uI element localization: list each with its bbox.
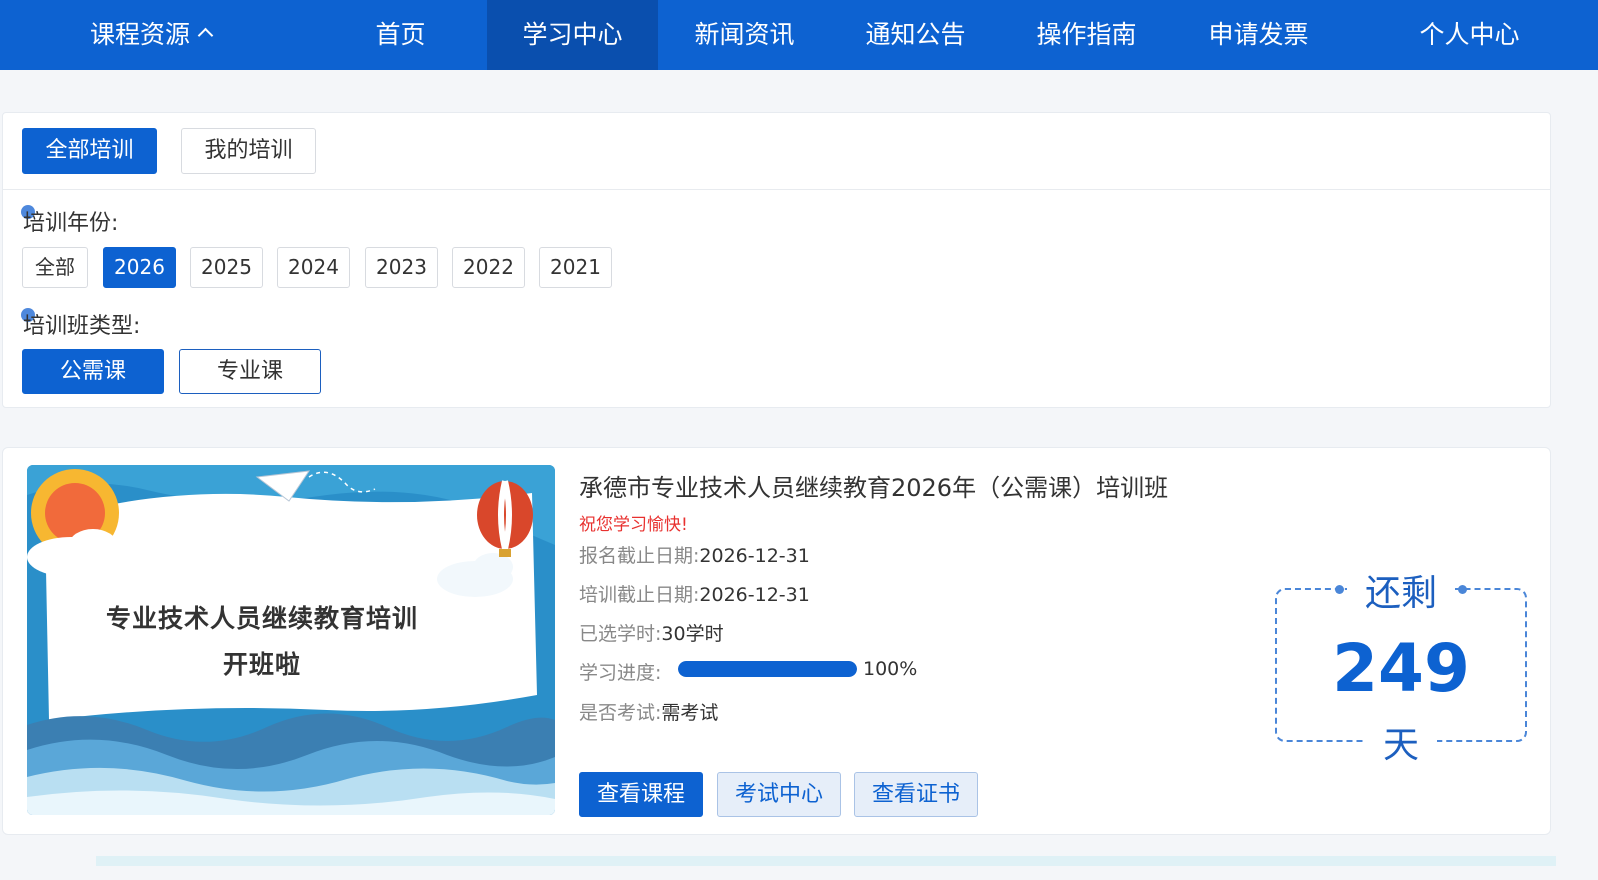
course-greeting: 祝您学习愉快!	[579, 515, 688, 535]
tab-all-trainings[interactable]: 全部培训	[22, 128, 157, 174]
course-banner-image[interactable]: 专业技术人员继续教育培训 开班啦	[27, 465, 555, 815]
hours-value: 30学时	[661, 623, 724, 645]
hours-label: 已选学时:	[579, 623, 662, 645]
nav-item-news[interactable]: 新闻资讯	[672, 0, 817, 70]
course-title[interactable]: 承德市专业技术人员继续教育2026年（公需课）培训班	[579, 468, 1168, 503]
nav-item-notices[interactable]: 通知公告	[843, 0, 988, 70]
nav-course-resources[interactable]: 课程资源	[90, 0, 290, 70]
nav-item-home[interactable]: 首页	[328, 0, 473, 70]
train-deadline-label: 培训截止日期:	[579, 584, 700, 606]
year-option-2023[interactable]: 2023	[365, 247, 438, 288]
reg-deadline-value: 2026-12-31	[699, 545, 810, 567]
train-deadline-value: 2026-12-31	[699, 584, 810, 606]
nav-item-invoice[interactable]: 申请发票	[1186, 0, 1331, 70]
reg-deadline-label: 报名截止日期:	[579, 545, 700, 567]
progress-bar	[678, 661, 857, 677]
banner-text-line1: 专业技术人员继续教育培训	[105, 604, 418, 633]
countdown-unit-label: 天	[1364, 716, 1438, 768]
type-option-public[interactable]: 公需课	[22, 349, 164, 394]
type-filter-label: 培训班类型:	[23, 314, 141, 339]
year-option-2025[interactable]: 2025	[190, 247, 263, 288]
year-option-2026[interactable]: 2026	[103, 247, 176, 288]
progress-row: 学习进度:	[579, 658, 661, 685]
exam-center-button[interactable]: 考试中心	[717, 772, 841, 817]
banner-illustration	[27, 465, 555, 815]
banner-text-line2: 开班啦	[222, 650, 301, 679]
nav-course-resources-label: 课程资源	[90, 20, 191, 49]
countdown-days: 249	[1332, 630, 1470, 707]
type-option-professional[interactable]: 专业课	[179, 349, 321, 394]
countdown-dot-icon	[1458, 585, 1467, 594]
chevron-up-icon	[197, 27, 214, 44]
hours-row: 已选学时:30学时	[579, 619, 724, 646]
exam-value: 需考试	[661, 702, 719, 724]
train-deadline-row: 培训截止日期:2026-12-31	[579, 580, 810, 607]
nav-item-guide[interactable]: 操作指南	[1014, 0, 1159, 70]
progress-label: 学习进度:	[579, 662, 662, 684]
view-certificate-button[interactable]: 查看证书	[854, 772, 978, 817]
countdown-box: 还剩 249 天	[1275, 564, 1527, 768]
footer-strip	[96, 856, 1556, 866]
year-filter-label: 培训年份:	[23, 211, 119, 236]
countdown-dot-icon	[1335, 585, 1344, 594]
filter-panel: 全部培训 我的培训 培训年份: 全部 2026 2025 2024 2023 2…	[2, 112, 1551, 408]
nav-item-profile[interactable]: 个人中心	[1397, 0, 1542, 70]
divider	[3, 189, 1550, 190]
progress-bar-fill	[678, 661, 857, 677]
view-course-button[interactable]: 查看课程	[579, 772, 703, 817]
year-option-all[interactable]: 全部	[22, 247, 88, 288]
course-card: 专业技术人员继续教育培训 开班啦 承德市专业技术人员继续教育2026年（公需课）…	[2, 447, 1551, 835]
progress-value: 100%	[863, 658, 918, 680]
year-option-2024[interactable]: 2024	[277, 247, 350, 288]
year-option-2022[interactable]: 2022	[452, 247, 525, 288]
exam-row: 是否考试:需考试	[579, 698, 718, 725]
exam-label: 是否考试:	[579, 702, 662, 724]
nav-item-learning-center[interactable]: 学习中心	[487, 0, 658, 70]
top-nav: 课程资源 首页 学习中心 新闻资讯 通知公告 操作指南 申请发票 个人中心	[0, 0, 1598, 70]
year-option-2021[interactable]: 2021	[539, 247, 612, 288]
reg-deadline-row: 报名截止日期:2026-12-31	[579, 541, 810, 568]
tab-my-trainings[interactable]: 我的培训	[181, 128, 316, 174]
countdown-remaining-label: 还剩	[1346, 564, 1456, 616]
